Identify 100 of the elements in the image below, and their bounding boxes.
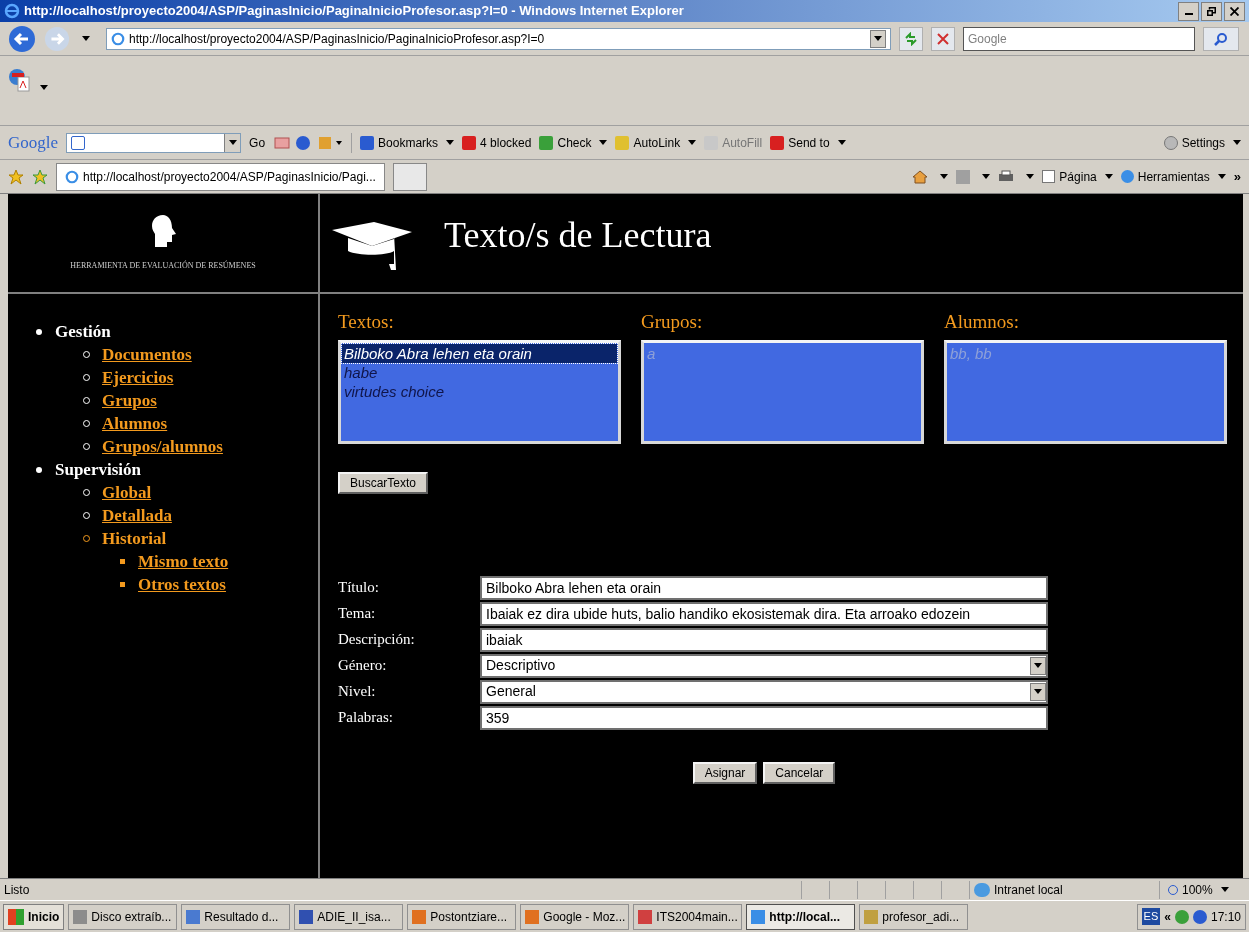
- toolbar-icon: [770, 135, 785, 150]
- favorites-star-icon[interactable]: [8, 168, 24, 185]
- globe-icon: [974, 882, 990, 897]
- caret-icon: [940, 174, 949, 179]
- nav-heading: Gestión: [55, 320, 111, 343]
- close-button[interactable]: [1224, 1, 1245, 21]
- list-option[interactable]: virtudes choice: [342, 381, 617, 401]
- new-tab[interactable]: [392, 162, 427, 191]
- caret-icon: [837, 140, 846, 145]
- bullet-icon: [36, 466, 42, 473]
- language-indicator[interactable]: ES: [1141, 908, 1161, 925]
- toolbar-button[interactable]: 4 blocked: [462, 133, 532, 152]
- nav-heading: Historial: [102, 527, 167, 550]
- refresh-icon: [904, 31, 918, 46]
- app-icon: [412, 909, 427, 924]
- toolbar-icon: [360, 135, 375, 150]
- page-icon: [65, 169, 79, 184]
- toolbar-icons-drawing[interactable]: [273, 133, 344, 152]
- restore-button[interactable]: [1201, 1, 1222, 21]
- app-icon: [864, 909, 879, 924]
- command-button[interactable]: Herramientas: [1120, 167, 1226, 186]
- toolbar-icon: [462, 135, 477, 150]
- caret-icon: [446, 140, 455, 145]
- caret-icon: [1034, 689, 1042, 694]
- app-icon: [525, 909, 540, 924]
- taskbar-button[interactable]: http://local...: [746, 903, 856, 930]
- select-field[interactable]: Descriptivo: [480, 653, 1048, 678]
- go-button[interactable]: Go: [249, 133, 266, 152]
- search-icon: [1214, 31, 1228, 46]
- nav-heading: Supervisión: [55, 458, 141, 481]
- taskbar-button[interactable]: ITS2004main...: [633, 903, 743, 930]
- minimize-button[interactable]: [1178, 1, 1199, 21]
- app-icon: [751, 909, 766, 924]
- bullet-icon: [36, 328, 42, 335]
- toolbar-button[interactable]: Bookmarks: [360, 133, 455, 152]
- toolbar-icon: [539, 135, 554, 150]
- caret-icon: [82, 36, 90, 41]
- bullet-icon: [119, 582, 125, 587]
- google-icon: [71, 135, 86, 150]
- toolbar-button[interactable]: AutoLink: [615, 133, 697, 152]
- caret-icon: [1034, 663, 1042, 668]
- field-label: Nivel:: [338, 682, 377, 702]
- toolbar-button[interactable]: Check: [539, 133, 608, 152]
- search-field[interactable]: Google: [963, 26, 1195, 51]
- dropdown-button[interactable]: [870, 29, 886, 48]
- google-logo: Google: [8, 131, 59, 154]
- settings-button[interactable]: Settings: [1163, 133, 1241, 152]
- stop-button[interactable]: [931, 26, 955, 51]
- tray-icon[interactable]: [1174, 909, 1189, 924]
- command-button[interactable]: Página: [1042, 167, 1113, 186]
- list-option[interactable]: habe: [342, 362, 617, 382]
- app-icon: [186, 909, 201, 924]
- start-button[interactable]: Inicio: [3, 903, 65, 930]
- address-field[interactable]: http://localhost/proyecto2004/ASP/PaginasInicio/PaginaInicioProfesor.asp?I=0: [106, 27, 891, 50]
- status-text: Listo: [3, 881, 31, 899]
- dropdown-button[interactable]: [1030, 656, 1046, 675]
- form-button[interactable]: Cancelar: [763, 761, 836, 784]
- bullet-icon: [119, 559, 125, 564]
- text-field[interactable]: 359: [480, 705, 1048, 730]
- printer-icon[interactable]: [998, 169, 1015, 184]
- app-icon: [638, 909, 653, 924]
- field-label: Descripción:: [338, 630, 416, 650]
- text-field[interactable]: Ibaiak ez dira ubide huts, balio handiko ekosistemak dira. Eta arroako edozein: [480, 601, 1048, 626]
- list-label: Alumnos:: [944, 310, 1020, 334]
- taskbar-button[interactable]: Google - Moz...: [520, 903, 630, 930]
- select-field[interactable]: General: [480, 679, 1048, 704]
- logo-caption: HERRAMIENTA DE EVALUACIÓN DE RESÚMENES: [70, 260, 256, 272]
- close-icon: [937, 32, 949, 45]
- taskbar-button[interactable]: Postontziare...: [407, 903, 517, 930]
- tray-icon[interactable]: [1192, 909, 1207, 924]
- pdf-icon[interactable]: [8, 68, 32, 92]
- dropdown-button[interactable]: [224, 133, 241, 152]
- browser-tab[interactable]: http://localhost/proyecto2004/ASP/PaginasInicio/Pagi...: [56, 162, 385, 191]
- search-text-button[interactable]: BuscarTexto: [338, 471, 429, 494]
- list-box[interactable]: Bilboko Abra lehen eta orain habe virtudes choice: [338, 339, 621, 444]
- taskbar-button[interactable]: Resultado d...: [181, 903, 291, 930]
- caret-icon: [1104, 174, 1113, 179]
- text-field[interactable]: ibaiak: [480, 627, 1048, 652]
- toolbar-button[interactable]: Send to: [770, 133, 846, 152]
- search-button[interactable]: [1203, 26, 1239, 51]
- restore-icon: [1207, 6, 1216, 16]
- taskbar-button[interactable]: ADIE_II_isa...: [294, 903, 404, 930]
- google-search-field[interactable]: [66, 132, 242, 153]
- refresh-button[interactable]: [899, 26, 923, 51]
- dropdown-button[interactable]: [1030, 682, 1046, 701]
- window-title: http://localhost/proyecto2004/ASP/PaginasInicio/PaginaInicioProfesor.asp?I=0 - Windows Internet Explorer: [24, 2, 684, 21]
- more-button[interactable]: »: [1233, 166, 1241, 187]
- tray-expand-button[interactable]: «: [1164, 907, 1171, 926]
- list-label: Textos:: [338, 310, 395, 334]
- taskbar-button[interactable]: profesor_adi...: [859, 903, 969, 930]
- list-option[interactable]: Bilboko Abra lehen eta orain: [342, 343, 617, 363]
- caret-icon: [228, 140, 237, 145]
- caret-icon: [1220, 887, 1229, 892]
- back-icon[interactable]: [8, 24, 36, 53]
- zoom-button[interactable]: 100%: [1159, 880, 1249, 899]
- add-favorite-icon[interactable]: [32, 168, 48, 185]
- text-field[interactable]: Bilboko Abra lehen eta orain: [480, 575, 1048, 600]
- taskbar-button[interactable]: Disco extraíb...: [68, 903, 178, 930]
- home-icon[interactable]: [912, 168, 929, 185]
- form-button[interactable]: Asignar: [692, 761, 758, 784]
